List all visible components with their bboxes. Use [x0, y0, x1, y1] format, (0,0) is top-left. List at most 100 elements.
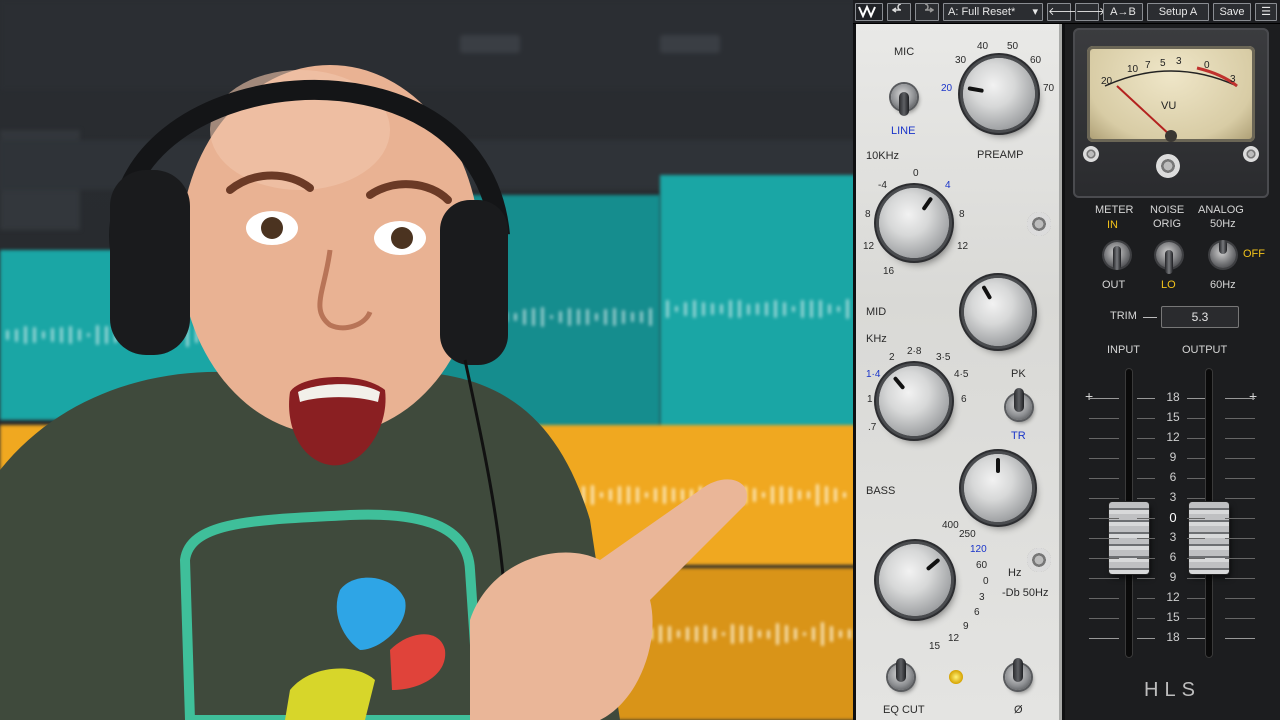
- fader-scale-value: 6: [1169, 470, 1177, 484]
- bass-scale: 9: [963, 621, 969, 632]
- bass-gain-knob[interactable]: [964, 454, 1032, 522]
- menu-icon: ☰: [1261, 6, 1271, 18]
- mid-freq-scale: 2·8: [907, 346, 922, 357]
- fader-tick: [1225, 398, 1255, 399]
- fader-tick: [1187, 598, 1205, 599]
- fader-tick: [1137, 498, 1155, 499]
- preamp-label: PREAMP: [977, 149, 1024, 161]
- save-button[interactable]: Save: [1213, 3, 1251, 21]
- treble-knob[interactable]: [879, 188, 949, 258]
- vu-zero-adjust-icon[interactable]: [1156, 154, 1180, 178]
- analog-switch[interactable]: [1210, 240, 1236, 268]
- fader-tick: [1137, 558, 1155, 559]
- fader-tick: [1187, 458, 1205, 459]
- fader-tick: [1225, 538, 1255, 539]
- plugin-toolbar: A: Full Reset* ▾ 🡐 🡒 A→B Setup A Save ☰: [853, 0, 1280, 24]
- fader-tick: [1089, 618, 1119, 619]
- hz-label: Hz: [1008, 567, 1022, 579]
- bass-scale: 250: [959, 529, 976, 540]
- preamp-scale-30: 30: [955, 55, 967, 66]
- fader-tick: [1137, 418, 1155, 419]
- fader-scale-value: 18: [1166, 630, 1180, 644]
- compare-button[interactable]: A→B: [1103, 3, 1143, 21]
- waves-logo-icon: [858, 4, 876, 19]
- vu-scale: 7: [1145, 60, 1151, 71]
- bass-scale: 400: [942, 520, 959, 531]
- treble-scale: 12: [957, 241, 969, 252]
- fader-tick: [1187, 518, 1205, 519]
- mid-freq-scale: 4·5: [954, 369, 969, 380]
- pk-tr-switch[interactable]: [1006, 388, 1032, 420]
- noise-switch[interactable]: [1156, 242, 1182, 274]
- vu-scale-arc: [1104, 66, 1238, 142]
- eq-cut-label: EQ CUT: [883, 704, 925, 716]
- fader-tick: [1225, 638, 1255, 639]
- preamp-knob[interactable]: [963, 58, 1035, 130]
- menu-button[interactable]: ☰: [1255, 3, 1277, 21]
- bass-scale: 0: [983, 576, 989, 587]
- headphone-right-cup: [440, 200, 508, 365]
- fader-tick: [1089, 578, 1119, 579]
- mid-freq-knob[interactable]: [879, 366, 949, 436]
- fader-tick: [1137, 398, 1155, 399]
- right-pupil: [391, 227, 413, 249]
- mid-gain-knob[interactable]: [964, 278, 1032, 346]
- mid-freq-scale: 3·5: [936, 352, 951, 363]
- fader-scale-value: 3: [1169, 490, 1177, 504]
- fader-scale-value: 6: [1169, 550, 1177, 564]
- trim-value-field[interactable]: 5.3: [1161, 306, 1239, 328]
- bass-scale: 60: [976, 560, 988, 571]
- bass-scale: 15: [929, 641, 941, 652]
- eq-cut-led: [949, 670, 963, 684]
- fader-tick: [1137, 638, 1155, 639]
- analog-60hz-label: 60Hz: [1210, 279, 1236, 291]
- fader-tick: [1187, 438, 1205, 439]
- undo-button[interactable]: [887, 3, 911, 21]
- arrow-right-icon: 🡒: [1076, 6, 1106, 18]
- mic-line-switch[interactable]: [891, 84, 917, 116]
- phase-label: Ø: [1014, 704, 1023, 716]
- preset-selector[interactable]: A: Full Reset* ▾: [943, 3, 1043, 21]
- fader-tick: [1137, 598, 1155, 599]
- meter-in-out-switch[interactable]: [1104, 242, 1130, 270]
- arrow-left-icon: 🡐: [1048, 6, 1078, 18]
- bass-label: BASS: [866, 485, 896, 497]
- fader-scale-value: 9: [1169, 450, 1177, 464]
- setup-button[interactable]: Setup A: [1147, 3, 1209, 21]
- fader-tick: [1225, 458, 1255, 459]
- mic-label: MIC: [894, 46, 915, 58]
- fader-tick: [1089, 538, 1119, 539]
- phase-switch[interactable]: [1005, 658, 1031, 690]
- mid-freq-scale: 2: [889, 352, 895, 363]
- presenter-person: [0, 65, 747, 720]
- bass-scale: 6: [974, 607, 980, 618]
- preamp-scale-70: 70: [1043, 83, 1055, 94]
- bass-scale: 12: [948, 633, 960, 644]
- vu-meter: 20 10 7 5 3 0 3 VU: [1073, 28, 1269, 198]
- preamp-scale-60: 60: [1030, 55, 1042, 66]
- eq-cut-switch[interactable]: [888, 658, 914, 690]
- mid-freq-scale: 6: [961, 394, 967, 405]
- fader-tick: [1089, 598, 1119, 599]
- fader-tick: [1225, 618, 1255, 619]
- prev-preset-button[interactable]: 🡐: [1047, 3, 1078, 21]
- vu-scale: 3: [1176, 56, 1182, 67]
- next-preset-button[interactable]: 🡒: [1075, 3, 1106, 21]
- fader-tick: [1089, 638, 1119, 639]
- line-label: LINE: [891, 125, 916, 137]
- preamp-scale-20: 20: [941, 83, 953, 94]
- bass-freq-knob[interactable]: [879, 544, 951, 616]
- fader-scale-value: 12: [1166, 590, 1180, 604]
- mid-freq-scale: 1: [867, 394, 873, 405]
- treble-scale: 8: [865, 209, 871, 220]
- vu-meter-face: 20 10 7 5 3 0 3 VU: [1087, 46, 1255, 142]
- chevron-down-icon: ▾: [1032, 6, 1038, 18]
- waves-logo-icon[interactable]: [855, 3, 883, 21]
- meter-out-label: OUT: [1102, 279, 1126, 291]
- fader-tick: [1089, 458, 1119, 459]
- screw-icon: [1027, 212, 1051, 236]
- output-label: OUTPUT: [1182, 344, 1228, 356]
- redo-button[interactable]: [915, 3, 939, 21]
- noise-lo-label: LO: [1161, 279, 1176, 291]
- mid-label: MID: [866, 306, 887, 318]
